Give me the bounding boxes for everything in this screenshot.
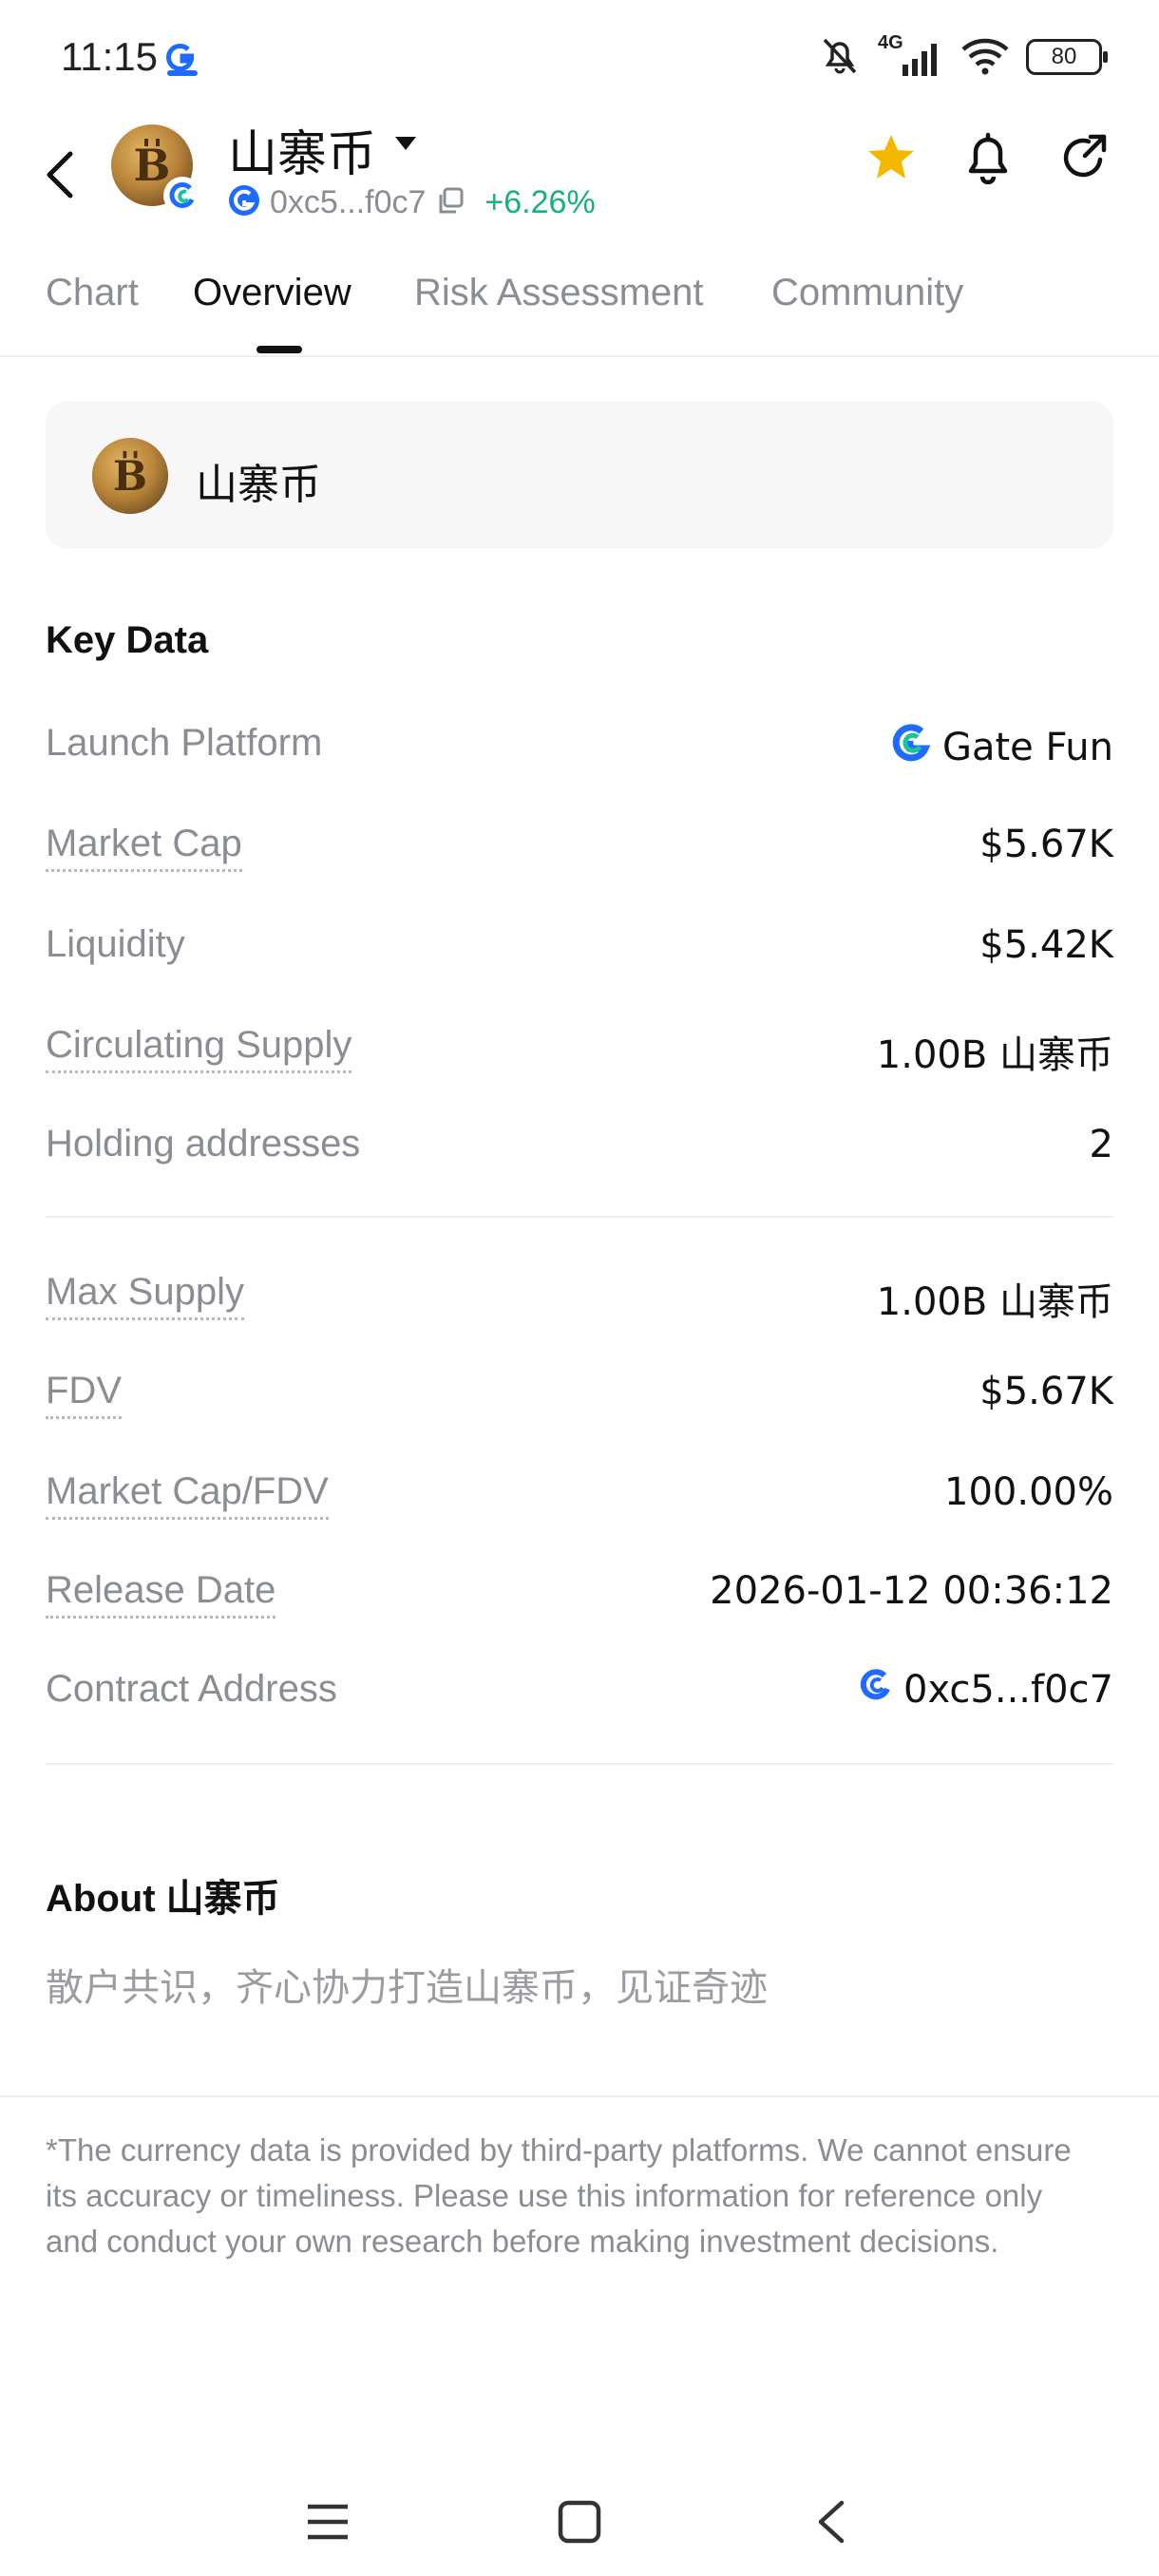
row-market-cap-fdv: Market Cap/FDV 100.00% [46,1470,1113,1527]
section-divider [46,1216,1113,1218]
copy-icon[interactable] [435,185,466,220]
market-cap-fdv-label[interactable]: Market Cap/FDV [46,1470,329,1520]
row-market-cap: Market Cap $5.67K [46,823,1113,880]
fdv-label[interactable]: FDV [46,1370,122,1419]
battery-indicator: 80 [1026,39,1108,75]
row-max-supply: Max Supply 1.00B 山寨币 [46,1271,1113,1328]
gate-chain-icon [228,184,260,221]
system-navigation-bar [0,2470,1159,2576]
about-description: 散户共识，齐心协力打造山寨币，见证奇迹 [46,1966,768,2010]
caret-down-icon[interactable] [393,135,418,154]
row-release-date: Release Date 2026-01-12 00:36:12 [46,1569,1113,1626]
share-icon[interactable] [1058,131,1112,184]
fdv-value: $5.67K [979,1370,1113,1413]
status-time: 11:15 [61,34,158,79]
liquidity-value: $5.42K [979,923,1113,967]
disclaimer-divider [0,2095,1159,2097]
home-icon[interactable] [546,2489,613,2555]
back-button[interactable] [44,133,89,217]
token-address-row: 0xc5...f0c7 +6.26% [228,179,596,226]
key-data-title: Key Data [46,619,209,661]
launch-platform-value[interactable]: Gate Fun [889,722,1113,773]
release-date-value: 2026-01-12 00:36:12 [710,1569,1113,1613]
launch-platform-label: Launch Platform [46,722,323,764]
about-title: About 山寨币 [46,1878,280,1920]
liquidity-label: Liquidity [46,923,185,965]
price-alert-bell-icon[interactable] [961,131,1015,184]
token-avatar: B [110,123,201,215]
row-fdv: FDV $5.67K [46,1370,1113,1427]
cellular-signal-icon: 4G [878,32,944,78]
token-summary-card: B 山寨币 [46,401,1113,549]
tab-overview[interactable]: Overview [193,272,352,314]
favorite-star-icon[interactable] [864,131,918,184]
holding-addresses-value: 2 [1089,1123,1113,1166]
chevron-left-icon [47,151,73,199]
launch-platform-text: Gate Fun [941,726,1113,769]
row-holding-addresses: Holding addresses 2 [46,1123,1113,1180]
svg-text:B: B [134,140,171,191]
contract-address-value[interactable]: 0xc5...f0c7 [858,1668,1113,1712]
gate-chain-small-icon [858,1668,892,1712]
menu-icon[interactable] [294,2489,361,2555]
wifi-icon [960,34,1011,81]
market-cap-value: $5.67K [979,823,1113,866]
header-actions [864,131,1112,184]
gate-app-notification-icon [163,40,201,78]
token-card-name: 山寨币 [196,461,321,509]
status-bar: 11:15 4G 80 [0,0,1159,114]
status-icons: 4G 80 [817,32,1108,82]
max-supply-value: 1.00B 山寨币 [876,1280,1113,1324]
contract-address-label: Contract Address [46,1668,337,1710]
token-address: 0xc5...f0c7 [270,183,427,220]
market-cap-label[interactable]: Market Cap [46,823,242,872]
price-change: +6.26% [484,183,596,220]
token-overview-screen: 11:15 4G 80 B 山寨币 0xc5...f0c7 +6.26% Cha… [0,0,1159,2576]
release-date-label[interactable]: Release Date [46,1569,276,1619]
max-supply-label[interactable]: Max Supply [46,1271,244,1320]
row-contract-address: Contract Address 0xc5...f0c7 [46,1668,1113,1725]
tab-community[interactable]: Community [771,272,963,314]
row-circulating-supply: Circulating Supply 1.00B 山寨币 [46,1024,1113,1081]
gate-fun-icon [889,722,931,773]
svg-text:B: B [113,453,147,501]
contract-address-text: 0xc5...f0c7 [903,1668,1113,1712]
market-cap-fdv-value: 100.00% [944,1470,1113,1514]
circulating-supply-value: 1.00B 山寨币 [876,1033,1113,1077]
tab-risk-assessment[interactable]: Risk Assessment [414,272,704,314]
token-header: B 山寨币 0xc5...f0c7 +6.26% [0,114,1159,239]
nav-back-icon[interactable] [798,2489,864,2555]
row-liquidity: Liquidity $5.42K [46,923,1113,980]
tab-chart[interactable]: Chart [46,272,139,314]
token-name[interactable]: 山寨币 [228,114,376,185]
circulating-supply-label[interactable]: Circulating Supply [46,1024,352,1073]
holding-addresses-label: Holding addresses [46,1123,361,1165]
muted-bell-icon [817,34,863,81]
token-logo: B [91,437,169,515]
row-launch-platform: Launch Platform Gate Fun [46,722,1113,779]
disclaimer-text: *The currency data is provided by third-… [46,2132,1072,2259]
tab-bar: Chart Overview Risk Assessment Community [0,256,1159,357]
section-divider [46,1763,1113,1765]
active-tab-indicator [256,346,302,353]
